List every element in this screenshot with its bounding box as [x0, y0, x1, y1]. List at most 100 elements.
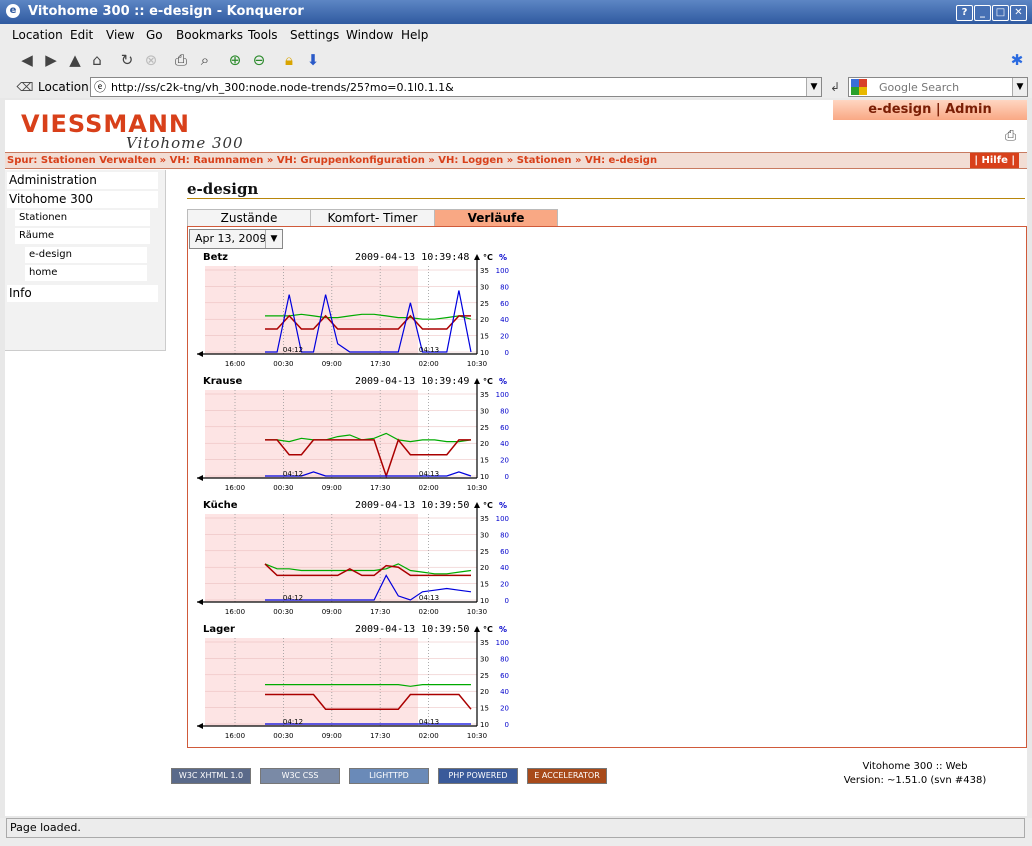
- zoom-out-icon[interactable]: ⊖: [250, 51, 268, 69]
- y-right-tick: 40: [500, 688, 509, 696]
- sidebar-nav: Administration Vitohome 300 Stationen Rä…: [5, 170, 166, 351]
- url-input[interactable]: [111, 78, 801, 96]
- x-tick-label: 17:30: [370, 732, 390, 740]
- chart-title: Lager: [203, 624, 235, 635]
- badge-xhtml[interactable]: W3C XHTML 1.0: [171, 768, 251, 784]
- x-tick-label: 17:30: [370, 484, 390, 492]
- version-info: Vitohome 300 :: Web Version: ~1.51.0 (sv…: [825, 760, 1005, 788]
- y-right-tick: 60: [500, 548, 509, 556]
- y-right-tick: 80: [500, 655, 509, 663]
- zoom-in-icon[interactable]: ⊕: [226, 51, 244, 69]
- download-icon[interactable]: ⬇: [304, 51, 322, 69]
- menu-location[interactable]: Location: [12, 28, 63, 42]
- chevron-down-icon[interactable]: ▼: [265, 230, 282, 248]
- menu-settings[interactable]: Settings: [290, 28, 339, 42]
- sidebar-item-info[interactable]: Info: [7, 285, 158, 302]
- chart-title: Küche: [203, 500, 238, 511]
- app-name: Vitohome 300 :: Web: [862, 761, 968, 772]
- date-mark: 04:13: [419, 470, 439, 478]
- y-right-tick: 60: [500, 300, 509, 308]
- menu-tools[interactable]: Tools: [248, 28, 278, 42]
- find-icon[interactable]: ⌕: [196, 51, 214, 69]
- search-dropdown[interactable]: ▼: [1012, 78, 1027, 96]
- title-divider: [187, 198, 1025, 199]
- menu-window[interactable]: Window: [346, 28, 393, 42]
- y-left-tick: 35: [480, 391, 489, 399]
- help-window-button[interactable]: ?: [956, 5, 973, 21]
- forward-icon[interactable]: ▶: [42, 51, 60, 69]
- chart-timestamp: 2009-04-13 10:39:49: [355, 376, 469, 387]
- stop-icon[interactable]: ⊗: [142, 51, 160, 69]
- back-icon[interactable]: ◀: [18, 51, 36, 69]
- x-tick-label: 16:00: [225, 360, 245, 368]
- badge-lighttpd[interactable]: LIGHTTPD: [349, 768, 429, 784]
- menu-view[interactable]: View: [106, 28, 134, 42]
- window-title: Vitohome 300 :: e-design - Konqueror: [28, 4, 304, 19]
- tab-verlaeufe[interactable]: Verläufe: [434, 209, 558, 226]
- menu-bookmarks[interactable]: Bookmarks: [176, 28, 243, 42]
- google-icon: [851, 79, 867, 95]
- clear-location-icon[interactable]: ⌫: [16, 78, 34, 96]
- menu-help[interactable]: Help: [401, 28, 428, 42]
- lock-icon[interactable]: 🔒︎: [280, 51, 298, 69]
- chart-betz: Betz 2009-04-13 10:39:48 °C %10152025303502…: [197, 252, 509, 368]
- y-left-tick: 10: [480, 349, 489, 357]
- print-icon[interactable]: ⎙: [172, 51, 190, 69]
- x-tick-label: 09:00: [322, 608, 342, 616]
- y-right-unit: %: [499, 253, 507, 262]
- sidebar-item-home[interactable]: home: [25, 265, 147, 281]
- reload-icon[interactable]: ↻: [118, 51, 136, 69]
- date-select[interactable]: Apr 13, 2009 ▼: [189, 229, 283, 249]
- y-left-tick: 35: [480, 515, 489, 523]
- y-right-tick: 20: [500, 333, 509, 341]
- chart-lager: Lager 2009-04-13 10:39:50 °C % 10 15 20 25 30 35 0…: [197, 624, 509, 740]
- y-left-tick: 10: [480, 721, 489, 729]
- chart-kueche: Küche 2009-04-13 10:39:50 °C % 10 15 20 25 30 35 0…: [197, 500, 509, 616]
- tab-zustaende[interactable]: Zustände: [187, 209, 311, 226]
- home-icon[interactable]: ⌂: [88, 51, 106, 69]
- maximize-button[interactable]: □: [992, 5, 1009, 21]
- y-left-tick: 10: [480, 473, 489, 481]
- breadcrumb-trail[interactable]: Spur: Stationen Verwalten » VH: Raumname…: [7, 153, 657, 168]
- y-axis-arrow: [474, 626, 480, 632]
- kde-icon: ✱: [1010, 51, 1024, 69]
- y-right-tick: 0: [505, 721, 509, 729]
- sidebar-item-administration[interactable]: Administration: [7, 172, 158, 189]
- url-history-dropdown[interactable]: ▼: [806, 78, 821, 96]
- y-left-tick: 25: [480, 300, 489, 308]
- sidebar-item-stationen[interactable]: Stationen: [15, 210, 150, 226]
- menu-go[interactable]: Go: [146, 28, 163, 42]
- page-viewport: VIESSMANN Vitohome 300 e-design | Admin …: [5, 100, 1027, 816]
- badge-eaccelerator[interactable]: E ACCELERATOR: [527, 768, 607, 784]
- version-string: Version: ~1.51.0 (svn #438): [843, 775, 987, 786]
- minimize-button[interactable]: _: [974, 5, 991, 21]
- x-tick-label: 16:00: [225, 732, 245, 740]
- y-left-tick: 35: [480, 267, 489, 275]
- sidebar-item-vitohome[interactable]: Vitohome 300: [7, 191, 158, 208]
- y-left-unit: °C: [483, 501, 493, 510]
- sidebar-item-e-design[interactable]: e-design: [25, 247, 147, 263]
- tab-komfort-timer[interactable]: Komfort- Timer: [310, 209, 435, 226]
- badge-php[interactable]: PHP POWERED: [438, 768, 518, 784]
- print-page-icon[interactable]: ⎙: [1005, 128, 1021, 144]
- badge-css[interactable]: W3C CSS: [260, 768, 340, 784]
- y-right-tick: 40: [500, 440, 509, 448]
- y-right-tick: 0: [505, 349, 509, 357]
- status-text: Page loaded.: [6, 818, 1025, 838]
- close-window-button[interactable]: ✕: [1010, 5, 1027, 21]
- up-icon[interactable]: ▲: [66, 51, 84, 69]
- page-title: e-design: [187, 180, 259, 198]
- menu-bar: Location Edit View Go Bookmarks Tools Se…: [0, 24, 1032, 46]
- search-input[interactable]: [877, 78, 1011, 96]
- sidebar-item-raeume[interactable]: Räume: [15, 228, 150, 244]
- help-link[interactable]: | Hilfe |: [970, 153, 1019, 168]
- y-right-tick: 60: [500, 672, 509, 680]
- site-logo[interactable]: VIESSMANN Vitohome 300: [21, 110, 281, 154]
- menu-edit[interactable]: Edit: [70, 28, 93, 42]
- user-indicator[interactable]: e-design | Admin: [833, 100, 1027, 120]
- search-box: ▼: [848, 77, 1028, 97]
- go-icon[interactable]: ↲: [826, 78, 844, 96]
- x-tick-label: 16:00: [225, 608, 245, 616]
- x-tick-label: 17:30: [370, 360, 390, 368]
- y-right-tick: 80: [500, 531, 509, 539]
